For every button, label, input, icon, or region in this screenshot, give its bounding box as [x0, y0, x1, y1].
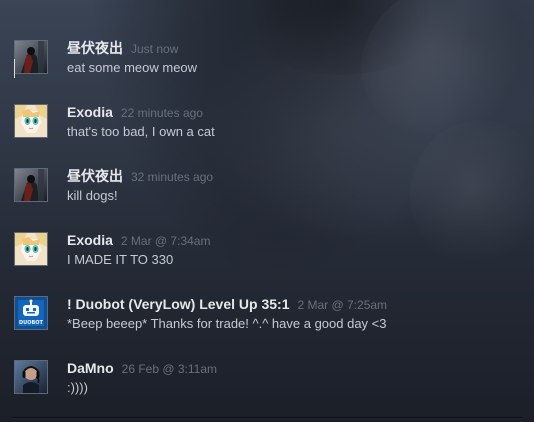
comment-message: that's too bad, I own a cat	[67, 124, 215, 139]
avatar[interactable]	[14, 40, 48, 74]
author-name[interactable]: DaMno	[67, 360, 114, 376]
anime-girl-icon	[15, 105, 47, 137]
robot-icon: DUOBOT	[15, 297, 47, 329]
avatar[interactable]	[14, 168, 48, 202]
author-name[interactable]: 昼伏夜出	[67, 168, 123, 184]
author-name[interactable]: Exodia	[67, 104, 113, 120]
comment-list: 昼伏夜出 Just now eat some meow meow Exodia 22…	[0, 0, 534, 422]
comment-message: *Beep beeep* Thanks for trade! ^.^ have …	[67, 316, 387, 331]
text-cursor	[14, 59, 15, 78]
comment-item: 昼伏夜出 32 minutes ago kill dogs!	[0, 168, 534, 230]
author-name[interactable]: ! Duobot (VeryLow) Level Up 35:1	[67, 296, 289, 312]
headset-user-icon	[15, 361, 47, 393]
avatar-label: DUOBOT	[19, 320, 44, 326]
avatar[interactable]	[14, 232, 48, 266]
comment-item: DaMno 26 Feb @ 3:11am :))))	[0, 360, 534, 422]
comment-message: eat some meow meow	[67, 60, 198, 75]
comment-message: kill dogs!	[67, 188, 118, 203]
comment-item: Exodia 2 Mar @ 7:34am I MADE IT TO 330	[0, 232, 534, 294]
footer-divider	[12, 417, 522, 418]
comment-item: 昼伏夜出 Just now eat some meow meow	[0, 40, 534, 102]
comment-time: 26 Feb @ 3:11am	[121, 362, 218, 376]
avatar[interactable]: DUOBOT	[14, 296, 48, 330]
author-name[interactable]: 昼伏夜出	[67, 40, 123, 56]
comment-author[interactable]: 昼伏夜出 32 minutes ago	[67, 168, 213, 186]
comment-time: Just now	[131, 42, 179, 56]
comment-time: 32 minutes ago	[131, 170, 214, 184]
comment-message: I MADE IT TO 330	[67, 252, 174, 267]
comment-author[interactable]: Exodia 22 minutes ago	[67, 104, 203, 122]
comment-message: :))))	[67, 380, 88, 395]
comment-author[interactable]: 昼伏夜出 Just now	[67, 40, 178, 58]
comment-item: Exodia 22 minutes ago that's too bad, I o…	[0, 104, 534, 166]
comment-author[interactable]: ! Duobot (VeryLow) Level Up 35:1 2 Mar @ …	[67, 296, 387, 314]
comment-time: 2 Mar @ 7:25am	[297, 298, 388, 312]
avatar[interactable]	[14, 360, 48, 394]
comment-time: 22 minutes ago	[120, 106, 203, 120]
dark-figure-icon	[15, 169, 47, 201]
comment-author[interactable]: DaMno 26 Feb @ 3:11am	[67, 360, 217, 378]
comment-author[interactable]: Exodia 2 Mar @ 7:34am	[67, 232, 210, 250]
comment-time: 2 Mar @ 7:34am	[120, 234, 211, 248]
anime-girl-icon	[15, 233, 47, 265]
comment-item: DUOBOT ! Duobot (VeryLow) Level Up 35:1 2…	[0, 296, 534, 358]
avatar[interactable]	[14, 104, 48, 138]
author-name[interactable]: Exodia	[67, 232, 113, 248]
dark-figure-icon	[15, 41, 47, 73]
